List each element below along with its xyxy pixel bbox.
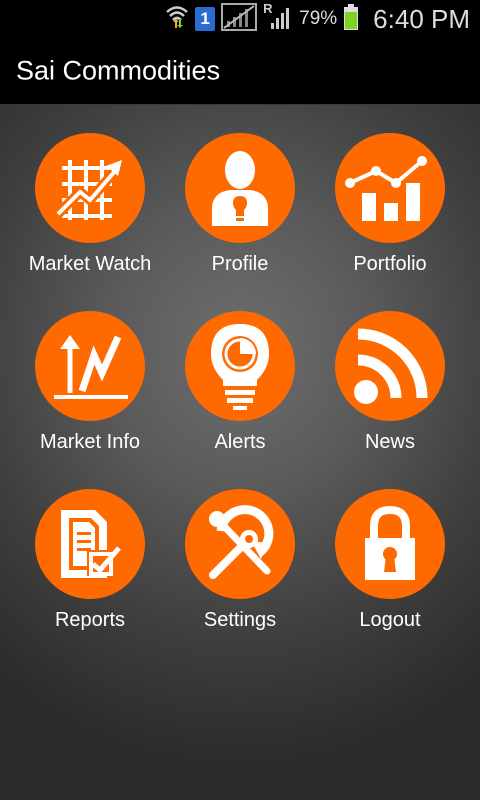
alerts-icon [185,311,295,421]
settings-button[interactable]: Settings [165,489,315,667]
dashboard: Market Watch Profile Portfolio Market In… [0,105,480,800]
market-watch-button[interactable]: Market Watch [15,133,165,311]
market-info-icon [35,311,145,421]
no-signal-icon [221,2,258,36]
settings-label: Settings [203,609,277,631]
battery-percent: 79% [299,8,338,29]
portfolio-button[interactable]: Portfolio [315,133,465,311]
portfolio-label: Portfolio [353,253,427,275]
signal-icon: R [263,0,293,36]
menu-grid: Market Watch Profile Portfolio Market In… [15,133,465,667]
logout-label: Logout [359,609,421,631]
reports-icon [35,489,145,599]
reports-button[interactable]: Reports [15,489,165,667]
profile-icon [185,133,295,243]
alerts-button[interactable]: Alerts [165,311,315,489]
app-title: Sai Commodities [16,55,221,86]
battery-icon [343,3,359,36]
news-button[interactable]: News [315,311,465,489]
roaming-indicator: R [263,0,273,16]
logout-button[interactable]: Logout [315,489,465,667]
news-icon [335,311,445,421]
wifi-icon [165,4,189,35]
market-info-button[interactable]: Market Info [15,311,165,489]
profile-button[interactable]: Profile [165,133,315,311]
status-time: 6:40 PM [373,3,470,34]
app-title-bar: Sai Commodities [0,38,480,105]
status-bar: 1 R 79% 6:40 PM [0,0,480,38]
market-watch-label: Market Watch [28,253,152,275]
sim-icon: 1 [195,7,216,31]
alerts-label: Alerts [214,431,266,453]
status-icons: 1 R 79% 6:40 PM [165,0,470,38]
settings-icon [185,489,295,599]
news-label: News [364,431,415,453]
logout-icon [335,489,445,599]
market-info-label: Market Info [39,431,141,453]
profile-label: Profile [211,253,269,275]
reports-label: Reports [54,609,126,631]
portfolio-icon [335,133,445,243]
market-watch-icon [35,133,145,243]
